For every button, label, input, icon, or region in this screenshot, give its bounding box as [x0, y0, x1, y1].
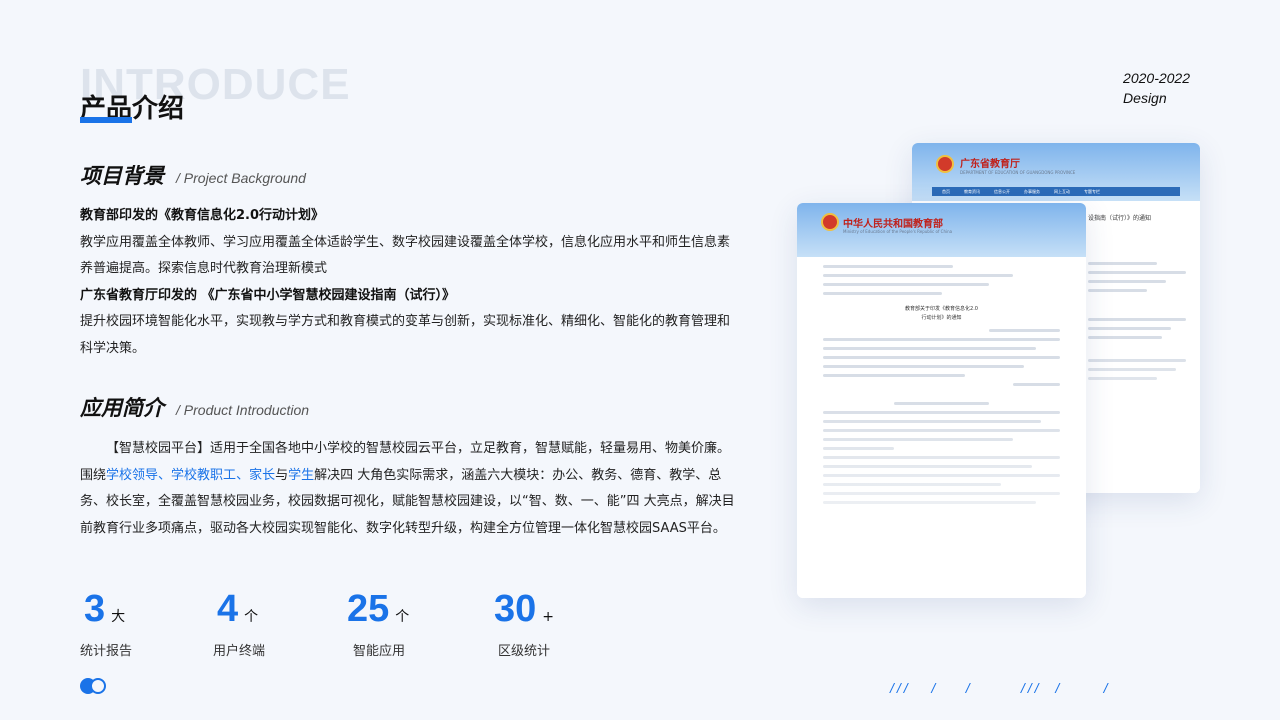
text-line: [988, 329, 1060, 332]
background-item1-text: 教学应用覆盖全体教师、学习应用覆盖全体适龄学生、数字校园建设覆盖全体学校，信息化…: [80, 234, 731, 277]
text-line: [823, 274, 1013, 277]
background-heading: 项目背景 / Project Background: [80, 160, 306, 190]
decor-circles-icon: [80, 678, 110, 694]
text-line: [1088, 280, 1167, 283]
stat-number: 4: [217, 588, 239, 630]
text-line: [823, 283, 989, 286]
doc-title: 中华人民共和国教育部: [843, 219, 943, 230]
text-line: [1088, 336, 1162, 339]
title-underline: [80, 117, 132, 123]
product-title-en: / Product Introduction: [176, 402, 310, 418]
role-school-staff: 学校教职工: [171, 467, 237, 483]
doc-header: 中华人民共和国教育部 Ministry of Education of the …: [797, 203, 1086, 257]
doc-nav-item: 信息公开: [994, 188, 1010, 194]
role-parent: 家长: [249, 467, 276, 483]
doc-title: 广东省教育厅: [960, 159, 1020, 170]
stat-unit: 个: [244, 609, 259, 625]
background-item2-heading: 广东省教育厅印发的 《广东省中小学智慧校园建设指南（试行）》: [80, 287, 456, 303]
doc-nav-item: 网上互动: [1054, 188, 1070, 194]
text-line: [1088, 289, 1147, 292]
year-label: 2020-2022 Design: [1123, 68, 1190, 108]
text-line: [823, 347, 1037, 350]
doc-heading-line1: 教育部关于印发《教育信息化2.0: [905, 306, 978, 312]
stat-label: 区级统计: [498, 644, 551, 659]
background-item1-heading: 教育部印发的《教育信息化2.0行动计划》: [80, 208, 325, 223]
doc-nav-item: 首页: [942, 188, 950, 194]
text-line: [1088, 327, 1172, 330]
ministry-doc-image: 中华人民共和国教育部 Ministry of Education of the …: [797, 203, 1086, 598]
role-student: 学生: [288, 467, 315, 483]
stat-unit: 大: [111, 609, 126, 625]
doc-subtitle: Ministry of Education of the People's Re…: [843, 229, 953, 234]
decor-slashes: /// / / /// / /: [890, 680, 1111, 696]
product-paragraph: 【智慧校园平台】适用于全国各地中小学校的智慧校园云平台，立足教育，智慧赋能，轻量…: [80, 436, 742, 542]
role-sep-3: 与: [275, 467, 289, 483]
text-line: [1088, 262, 1157, 265]
doc-nav-item: 教育资讯: [964, 188, 980, 194]
role-sep-2: 、: [236, 467, 250, 483]
product-heading: 应用简介 / Product Introduction: [80, 392, 309, 422]
stat-number: 25: [347, 588, 390, 630]
emblem-icon: [821, 213, 839, 231]
doc-nav-item: 专题专栏: [1084, 188, 1100, 194]
doc-navbar: 首页 教育资讯 信息公开 办事服务 网上互动 专题专栏: [932, 187, 1180, 196]
background-title-en: / Project Background: [176, 170, 306, 186]
stat-reports: 3大 统计报告: [80, 588, 132, 659]
decor-circle-outline: [90, 678, 106, 694]
stat-districts: 30 + 区级统计: [494, 588, 555, 659]
doc-heading-line2: 行动计划》的通知: [921, 315, 962, 321]
text-line: [823, 374, 966, 377]
stat-number: 3: [84, 588, 106, 630]
emblem-icon: [936, 155, 954, 173]
design-label: Design: [1123, 90, 1167, 106]
role-sep-1: 、: [158, 467, 172, 483]
text-line: [823, 356, 1060, 359]
doc-header: 广东省教育厅 DEPARTMENT OF EDUCATION OF GUANGD…: [912, 143, 1200, 201]
stat-label: 统计报告: [80, 644, 133, 659]
background-content: 教育部印发的《教育信息化2.0行动计划》 教学应用覆盖全体教师、学习应用覆盖全体…: [80, 203, 742, 362]
stat-unit: +: [542, 609, 555, 625]
text-line: [1088, 271, 1186, 274]
text-line: [823, 365, 1025, 368]
stat-terminals: 4个 用户终端: [213, 588, 265, 659]
doc-nav-item: 办事服务: [1024, 188, 1040, 194]
doc-snippet: 设指南（试行）》的通知: [1088, 215, 1152, 222]
stat-number: 30: [494, 588, 537, 630]
stat-label: 智能应用: [353, 644, 406, 659]
text-line: [1012, 383, 1060, 386]
doc-fade: [797, 398, 1086, 598]
text-line: [823, 265, 954, 268]
background-item2-text: 提升校园环境智能化水平，实现教与学方式和教育模式的变革与创新，实现标准化、精细化…: [80, 314, 731, 356]
background-title-cn: 项目背景: [80, 164, 164, 188]
stat-apps: 25 个 智能应用: [347, 588, 410, 659]
text-line: [1088, 318, 1186, 321]
role-school-leader: 学校领导: [106, 467, 159, 483]
product-title-cn: 应用简介: [80, 396, 164, 420]
year-range: 2020-2022: [1123, 70, 1190, 86]
text-line: [823, 338, 1060, 341]
text-line: [823, 292, 942, 295]
doc-subtitle: DEPARTMENT OF EDUCATION OF GUANGDONG PRO…: [960, 170, 1076, 175]
stat-unit: 个: [395, 609, 410, 625]
stat-label: 用户终端: [213, 644, 266, 659]
